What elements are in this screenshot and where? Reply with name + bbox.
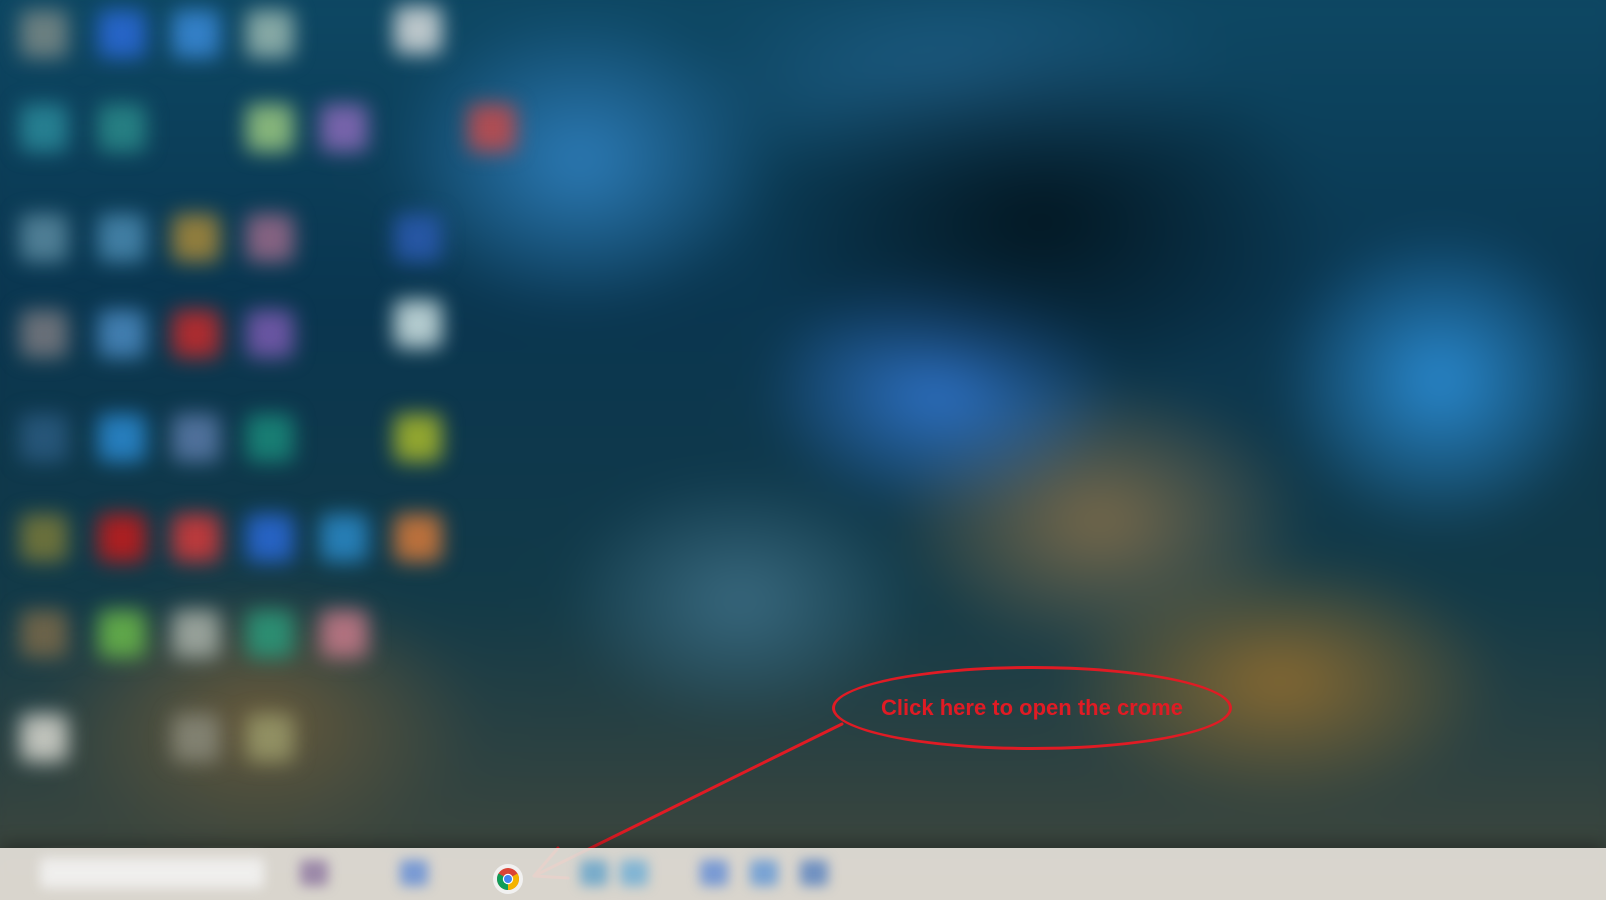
desktop-icon[interactable]: [20, 104, 68, 152]
taskbar-app-icon[interactable]: [400, 860, 428, 886]
taskbar-app-icon[interactable]: [750, 860, 778, 886]
desktop-icon[interactable]: [98, 414, 146, 462]
desktop-icon[interactable]: [172, 610, 220, 658]
desktop-icon[interactable]: [20, 714, 68, 762]
desktop-icon[interactable]: [98, 10, 146, 58]
desktop-icon[interactable]: [394, 214, 442, 262]
desktop-icon[interactable]: [246, 610, 294, 658]
desktop-icon[interactable]: [172, 414, 220, 462]
desktop-icon[interactable]: [246, 514, 294, 562]
desktop-icon[interactable]: [320, 104, 368, 152]
desktop-icon[interactable]: [172, 10, 220, 58]
desktop-icon[interactable]: [172, 514, 220, 562]
desktop-icon[interactable]: [246, 214, 294, 262]
desktop-icon[interactable]: [172, 214, 220, 262]
desktop-icon[interactable]: [246, 714, 294, 762]
desktop-icon[interactable]: [98, 610, 146, 658]
desktop-icon[interactable]: [20, 310, 68, 358]
chrome-icon: [497, 868, 519, 890]
desktop-icon[interactable]: [320, 514, 368, 562]
desktop-icon[interactable]: [98, 514, 146, 562]
desktop-icon[interactable]: [20, 10, 68, 58]
chrome-taskbar-button[interactable]: [493, 864, 523, 894]
desktop-icon[interactable]: [246, 310, 294, 358]
taskbar-app-icon[interactable]: [700, 860, 728, 886]
desktop-icon[interactable]: [172, 310, 220, 358]
desktop-icon[interactable]: [246, 414, 294, 462]
desktop-icon[interactable]: [98, 104, 146, 152]
desktop-icon[interactable]: [394, 6, 442, 54]
annotation-text: Click here to open the crome: [881, 695, 1183, 720]
taskbar-app-icon[interactable]: [800, 860, 828, 886]
desktop-icon-grid: [10, 0, 530, 800]
desktop-icon[interactable]: [20, 414, 68, 462]
desktop-icon[interactable]: [394, 414, 442, 462]
taskbar-background: [0, 848, 1606, 900]
desktop-screen: Click here to open the crome: [0, 0, 1606, 900]
desktop-icon[interactable]: [246, 10, 294, 58]
desktop-icon[interactable]: [20, 610, 68, 658]
desktop-icon[interactable]: [468, 104, 516, 152]
taskbar: [0, 848, 1606, 900]
desktop-icon[interactable]: [172, 714, 220, 762]
desktop-icon[interactable]: [246, 104, 294, 152]
taskbar-app-icon[interactable]: [620, 860, 648, 886]
desktop-icon[interactable]: [98, 214, 146, 262]
desktop-icon[interactable]: [20, 514, 68, 562]
desktop-icon[interactable]: [20, 214, 68, 262]
desktop-icon[interactable]: [394, 514, 442, 562]
taskbar-app-icon[interactable]: [580, 860, 608, 886]
taskbar-search-box[interactable]: [40, 858, 264, 888]
taskbar-app-icon[interactable]: [300, 860, 328, 886]
desktop-icon[interactable]: [320, 610, 368, 658]
desktop-icon[interactable]: [394, 300, 442, 348]
desktop-icon[interactable]: [98, 310, 146, 358]
